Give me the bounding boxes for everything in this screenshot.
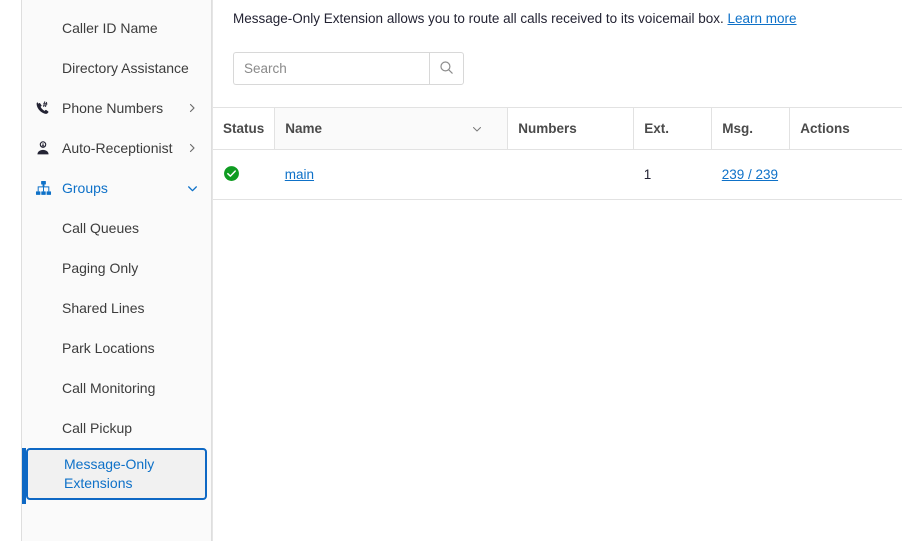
sidebar-item-phone-numbers[interactable]: Phone Numbers <box>22 88 211 128</box>
table-header-row: Status Name Numbers Ext. Msg. Actions <box>213 107 902 150</box>
sidebar-item-call-monitoring[interactable]: Call Monitoring <box>22 368 211 408</box>
sidebar-item-label: Call Queues <box>62 220 140 236</box>
cell-numbers <box>507 149 634 200</box>
search-input[interactable] <box>233 52 429 85</box>
sidebar-item-call-queues[interactable]: Call Queues <box>22 208 211 248</box>
sidebar-item-message-only-extensions[interactable]: Message-Only Extensions <box>26 448 207 500</box>
search-button[interactable] <box>429 52 464 85</box>
cell-ext: 1 <box>633 149 712 200</box>
column-header-label: Numbers <box>518 121 577 136</box>
cell-name: main <box>274 149 508 200</box>
column-header-status[interactable]: Status <box>213 107 275 150</box>
sidebar-item-paging-only[interactable]: Paging Only <box>22 248 211 288</box>
receptionist-icon <box>32 137 54 159</box>
sidebar-item-caller-id-name[interactable]: Caller ID Name <box>22 8 211 48</box>
left-gutter <box>0 0 21 541</box>
table-body: main 1 239 / 239 <box>213 149 902 200</box>
sidebar-item-label: Auto-Receptionist <box>62 140 173 156</box>
column-header-label: Msg. <box>722 121 754 136</box>
sidebar-item-label: Directory Assistance <box>62 60 189 76</box>
sidebar: Caller ID Name Directory Assistance Phon… <box>21 0 212 541</box>
sidebar-item-shared-lines[interactable]: Shared Lines <box>22 288 211 328</box>
extensions-table-wrap: Status Name Numbers Ext. Msg. Actions ma… <box>213 107 902 200</box>
app-root: Caller ID Name Directory Assistance Phon… <box>0 0 902 541</box>
sidebar-item-directory-assistance[interactable]: Directory Assistance <box>22 48 211 88</box>
column-header-label: Actions <box>800 121 850 136</box>
chevron-down-icon[interactable] <box>185 181 199 195</box>
messages-count-link[interactable]: 239 / 239 <box>722 167 778 182</box>
search-group <box>233 52 464 85</box>
chevron-down-icon[interactable] <box>471 123 483 135</box>
sidebar-item-auto-receptionist[interactable]: Auto-Receptionist <box>22 128 211 168</box>
column-header-ext[interactable]: Ext. <box>633 107 712 150</box>
learn-more-link[interactable]: Learn more <box>728 11 797 26</box>
column-header-name[interactable]: Name <box>274 107 508 150</box>
table-head: Status Name Numbers Ext. Msg. Actions <box>213 107 902 150</box>
column-header-msg[interactable]: Msg. <box>711 107 790 150</box>
column-header-label: Status <box>223 121 265 136</box>
column-header-numbers[interactable]: Numbers <box>507 107 634 150</box>
org-chart-icon <box>32 177 54 199</box>
sidebar-item-groups[interactable]: Groups <box>22 168 211 208</box>
sidebar-item-label: Shared Lines <box>62 300 145 316</box>
sidebar-item-label: Message-Only Extensions <box>64 456 155 491</box>
phone-hash-icon <box>32 97 54 119</box>
sidebar-item-message-only-extensions-wrap: Message-Only Extensions <box>22 448 211 504</box>
table-row[interactable]: main 1 239 / 239 <box>213 149 902 200</box>
search-row <box>213 28 902 85</box>
cell-msg: 239 / 239 <box>711 149 790 200</box>
sidebar-item-partial-top[interactable] <box>22 0 211 8</box>
extensions-table: Status Name Numbers Ext. Msg. Actions ma… <box>213 107 902 200</box>
chevron-right-icon[interactable] <box>185 141 199 155</box>
chevron-right-icon[interactable] <box>185 101 199 115</box>
sidebar-item-call-pickup[interactable]: Call Pickup <box>22 408 211 448</box>
column-header-actions[interactable]: Actions <box>789 107 902 150</box>
sidebar-item-label: Park Locations <box>62 340 155 356</box>
sidebar-item-label: Caller ID Name <box>62 20 158 36</box>
sidebar-item-label: Call Monitoring <box>62 380 156 396</box>
sidebar-item-label: Phone Numbers <box>62 100 164 116</box>
cell-actions <box>789 149 902 200</box>
sidebar-item-park-locations[interactable]: Park Locations <box>22 328 211 368</box>
sidebar-item-label: Groups <box>62 180 108 196</box>
check-circle-icon <box>223 165 240 182</box>
column-header-label: Ext. <box>644 121 670 136</box>
extension-name-link[interactable]: main <box>285 167 314 182</box>
sidebar-item-label: Paging Only <box>62 260 139 276</box>
sidebar-item-label: Call Pickup <box>62 420 133 436</box>
main-content: Message-Only Extension allows you to rou… <box>212 0 902 541</box>
page-description-text: Message-Only Extension allows you to rou… <box>233 11 724 26</box>
column-header-label: Name <box>285 121 323 136</box>
cell-status <box>213 149 275 200</box>
page-description: Message-Only Extension allows you to rou… <box>213 0 902 28</box>
search-icon <box>438 59 455 79</box>
sidebar-nav-list: Caller ID Name Directory Assistance Phon… <box>22 0 211 504</box>
